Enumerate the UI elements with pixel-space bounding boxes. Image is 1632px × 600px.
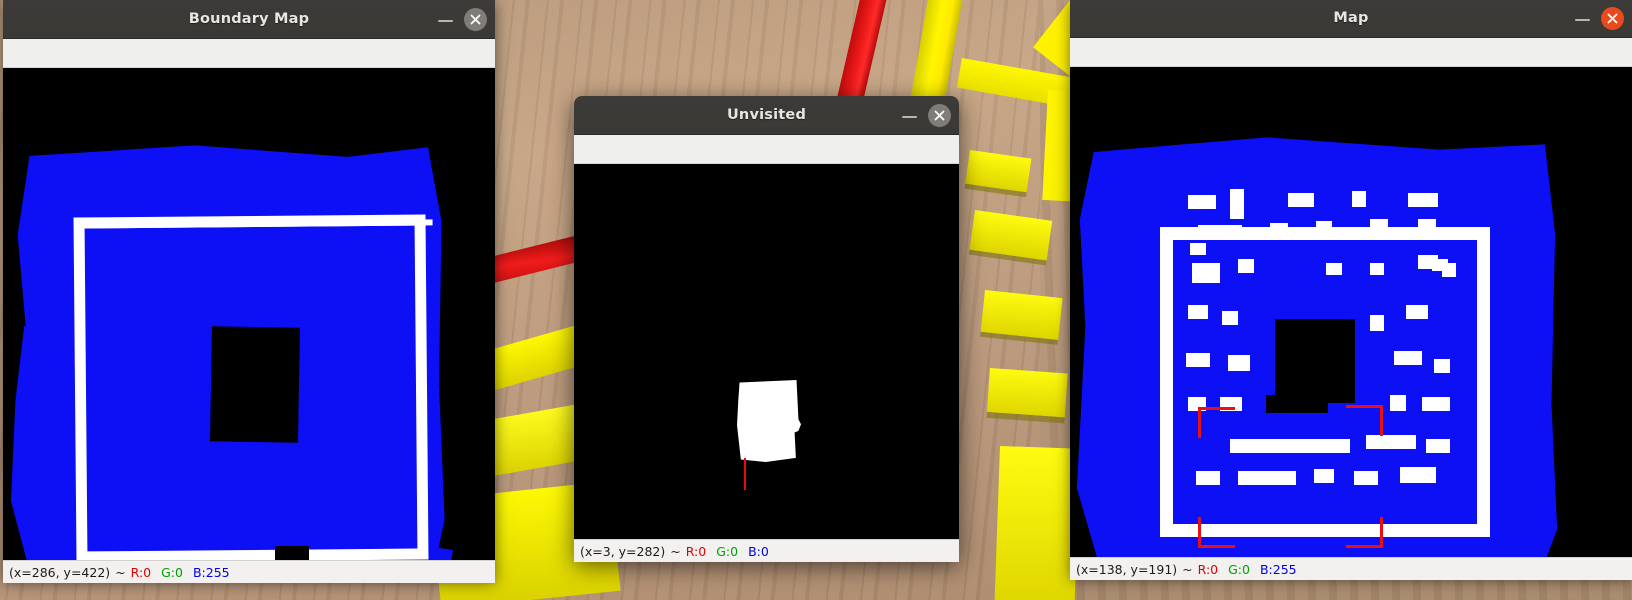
map-free-cell bbox=[1426, 439, 1450, 453]
map-obstacle-block bbox=[1275, 319, 1355, 403]
map-blue-region bbox=[11, 326, 55, 560]
map-free-cell bbox=[1270, 223, 1288, 237]
titlebar-map[interactable]: Map bbox=[1070, 0, 1632, 38]
map-free-cell bbox=[1288, 193, 1314, 207]
map-free-cell bbox=[1316, 221, 1332, 237]
toolbar-unvisited[interactable] bbox=[574, 135, 959, 164]
yellow-block bbox=[994, 446, 1080, 600]
map-free-cell bbox=[1230, 439, 1350, 453]
map-free-cell bbox=[1408, 193, 1438, 207]
map-free-cell bbox=[1370, 263, 1384, 275]
blue-channel-value: B:255 bbox=[1259, 561, 1297, 577]
map-free-cell bbox=[1314, 469, 1334, 483]
status-separator: ~ bbox=[670, 543, 681, 559]
window-controls bbox=[437, 0, 487, 38]
green-channel-value: G:0 bbox=[161, 564, 183, 580]
window-unvisited[interactable]: Unvisited (x=3, y=282) ~ R:0 G:0 B:0 bbox=[574, 96, 959, 562]
map-gap-notch bbox=[275, 546, 309, 560]
target-marker-bottom-left bbox=[1198, 517, 1235, 548]
red-channel-value: R:0 bbox=[685, 543, 707, 559]
map-free-cell bbox=[1400, 467, 1436, 483]
red-channel-value: R:0 bbox=[1197, 561, 1219, 577]
statusbar-map: (x=138, y=191) ~ R:0 G:0 B:255 bbox=[1070, 557, 1632, 580]
map-free-cell bbox=[1326, 263, 1342, 275]
minimize-icon[interactable] bbox=[1574, 10, 1591, 27]
map-free-cell bbox=[1434, 359, 1450, 373]
minimize-icon[interactable] bbox=[901, 107, 918, 124]
toolbar-boundary-map[interactable] bbox=[3, 39, 495, 68]
canvas-boundary-map[interactable] bbox=[3, 68, 495, 560]
green-channel-value: G:0 bbox=[716, 543, 739, 559]
window-controls bbox=[901, 96, 951, 134]
yellow-block bbox=[986, 368, 1068, 418]
map-free-cell bbox=[1366, 435, 1416, 449]
close-icon[interactable] bbox=[928, 103, 951, 127]
map-free-cell bbox=[1192, 263, 1220, 283]
green-channel-value: G:0 bbox=[1228, 561, 1250, 577]
map-free-cell bbox=[1238, 471, 1296, 485]
target-marker-top-left bbox=[1198, 407, 1235, 438]
toolbar-map[interactable] bbox=[1070, 38, 1632, 67]
window-title: Boundary Map bbox=[188, 11, 310, 27]
window-boundary-map[interactable]: Boundary Map (x=286, y=422) ~ R:0 G:0 B:… bbox=[3, 0, 495, 583]
map-free-cell bbox=[1196, 471, 1220, 485]
map-free-cell bbox=[1354, 471, 1378, 485]
pixel-coordinates: (x=3, y=282) bbox=[580, 543, 666, 559]
map-free-cell bbox=[1418, 219, 1436, 233]
map-free-cell bbox=[1222, 311, 1238, 325]
map-free-cell bbox=[1188, 195, 1216, 209]
map-free-cell bbox=[1390, 395, 1406, 411]
blue-channel-value: B:255 bbox=[192, 564, 230, 580]
map-free-cell bbox=[1394, 351, 1422, 365]
blue-channel-value: B:0 bbox=[748, 543, 769, 559]
statusbar-boundary-map: (x=286, y=422) ~ R:0 G:0 B:255 bbox=[3, 560, 495, 583]
map-free-cell bbox=[1370, 315, 1384, 331]
map-free-cell bbox=[1238, 259, 1254, 273]
map-free-cell bbox=[1186, 353, 1210, 367]
target-marker-top-right bbox=[1346, 405, 1383, 436]
titlebar-boundary-map[interactable]: Boundary Map bbox=[3, 0, 495, 39]
map-obstacle-block bbox=[210, 326, 300, 443]
red-channel-value: R:0 bbox=[130, 564, 152, 580]
status-separator: ~ bbox=[1182, 561, 1193, 577]
window-controls bbox=[1574, 0, 1624, 37]
map-free-cell bbox=[1370, 219, 1388, 233]
window-title: Map bbox=[1333, 10, 1369, 26]
map-free-cell bbox=[1190, 243, 1206, 255]
close-icon[interactable] bbox=[1601, 6, 1624, 30]
canvas-unvisited[interactable] bbox=[574, 164, 959, 539]
map-free-cell bbox=[1406, 305, 1428, 319]
map-free-cell bbox=[1432, 259, 1448, 271]
map-free-cell bbox=[1198, 225, 1242, 239]
robot-heading-line bbox=[744, 458, 746, 490]
close-icon[interactable] bbox=[464, 7, 487, 31]
canvas-map[interactable] bbox=[1070, 67, 1632, 557]
statusbar-unvisited: (x=3, y=282) ~ R:0 G:0 B:0 bbox=[574, 539, 959, 562]
target-marker-bottom-right bbox=[1346, 517, 1383, 548]
yellow-block bbox=[980, 290, 1063, 340]
titlebar-unvisited[interactable]: Unvisited bbox=[574, 96, 959, 135]
map-free-cell bbox=[1352, 191, 1366, 207]
unvisited-region-blob bbox=[737, 380, 801, 462]
window-title: Unvisited bbox=[726, 107, 807, 123]
window-map[interactable]: Map (x=138, y=191) ~ R:0 G:0 B:255 bbox=[1070, 0, 1632, 580]
pixel-coordinates: (x=286, y=422) bbox=[9, 564, 111, 580]
map-free-cell bbox=[1228, 355, 1250, 371]
minimize-icon[interactable] bbox=[437, 11, 454, 28]
status-separator: ~ bbox=[115, 564, 126, 580]
map-obstacle-block bbox=[1266, 395, 1328, 413]
pixel-coordinates: (x=138, y=191) bbox=[1076, 561, 1178, 577]
map-free-cell bbox=[1422, 397, 1450, 411]
map-free-cell bbox=[1188, 305, 1208, 319]
map-free-cell bbox=[1230, 189, 1244, 219]
